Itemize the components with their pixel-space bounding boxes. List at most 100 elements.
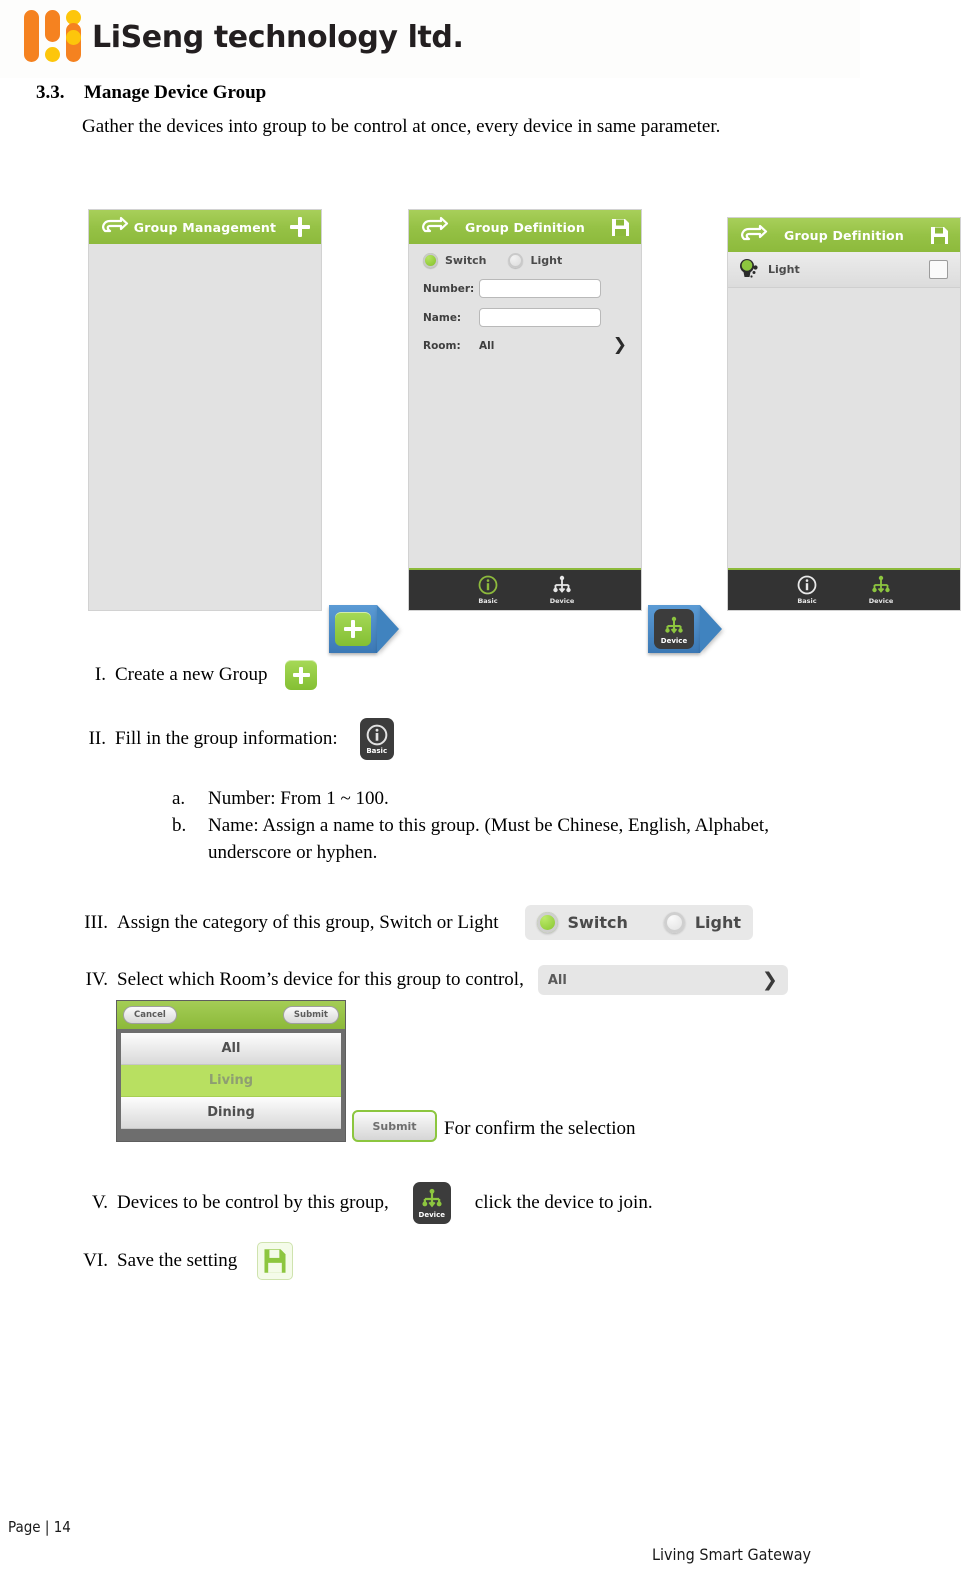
step-v-text-after: click the device to join. <box>474 1192 653 1213</box>
titlebar: Group Definition <box>728 218 960 252</box>
basic-tab-icon: Basic <box>359 718 394 760</box>
tab-device-label: Device <box>549 597 575 605</box>
step-iii: III. Assign the category of this group, … <box>74 905 754 940</box>
field-name-label: Name: <box>423 311 462 324</box>
add-group-callout <box>329 605 399 653</box>
footer-page-number: Page | 14 <box>8 1518 71 1536</box>
submit-button-illustration[interactable]: Submit <box>352 1110 437 1142</box>
field-number: Number: <box>409 274 641 303</box>
device-tab-icon-label: Device <box>418 1210 445 1219</box>
radio-light-label: Light <box>694 913 742 932</box>
switch-light-radio-widget: Switch Light <box>524 905 754 940</box>
submit-button-label: Submit <box>372 1119 417 1133</box>
step-iv-text: Select which Room’s device for this grou… <box>117 969 524 990</box>
name-input[interactable] <box>479 308 601 327</box>
substep-a-marker: a. <box>172 788 186 809</box>
list-item[interactable]: Light <box>728 252 960 288</box>
field-room-value: All <box>479 339 495 352</box>
radio-light[interactable] <box>508 253 524 268</box>
step-i-numeral: I. <box>94 664 106 685</box>
brand-name: LiSeng technology ltd. <box>92 19 464 55</box>
substep-b: b. Name: Assign a name to this group. (Mu… <box>172 812 832 866</box>
section-number: 3.3. <box>36 82 65 103</box>
step-vi-text: Save the setting <box>117 1250 238 1271</box>
field-name: Name: <box>409 303 641 332</box>
device-checkbox[interactable] <box>929 260 948 279</box>
bottom-tabbar: Basic Device <box>728 568 960 610</box>
back-arrow-icon[interactable] <box>738 224 768 246</box>
info-icon <box>478 575 498 595</box>
room-option-dining[interactable]: Dining <box>121 1097 341 1129</box>
step-ii-numeral: II. <box>88 728 106 749</box>
step-v-numeral: V. <box>91 1192 108 1213</box>
back-arrow-icon[interactable] <box>419 216 449 238</box>
footer-product-name: Living Smart Gateway <box>652 1545 812 1564</box>
cancel-button[interactable]: Cancel <box>123 1006 177 1024</box>
field-number-label: Number: <box>423 282 475 295</box>
screenshot-group-management: Group Management <box>89 210 321 610</box>
device-list: Light <box>728 252 960 568</box>
device-tab-icon-label: Device <box>660 636 688 645</box>
substep-a: a. Number: From 1 ~ 100. <box>172 785 872 812</box>
plus-icon[interactable] <box>288 216 312 238</box>
device-tree-icon <box>422 1188 442 1207</box>
radio-light-label: Light <box>530 254 563 267</box>
step-vi: VI. Save the setting <box>74 1242 294 1280</box>
step-iii-text: Assign the category of this group, Switc… <box>117 911 499 933</box>
bottom-tabbar: Basic Device <box>409 568 641 610</box>
room-option-all[interactable]: All <box>121 1033 341 1065</box>
save-icon[interactable] <box>927 224 951 246</box>
radio-switch[interactable] <box>423 253 438 268</box>
list-item-label: Light <box>768 263 800 276</box>
screen-title: Group Management <box>133 219 277 235</box>
category-radio-group: Switch Light <box>409 244 641 274</box>
step-ii: II. Fill in the group information: Basic <box>78 718 394 760</box>
tab-device-label: Device <box>868 597 894 605</box>
submit-button[interactable]: Submit <box>282 1006 339 1024</box>
tab-device[interactable]: Device <box>859 575 903 605</box>
light-bulb-icon <box>740 258 758 278</box>
field-room-label: Room: <box>423 339 461 352</box>
chevron-right-icon: ❯ <box>612 335 627 355</box>
titlebar: Group Management <box>89 210 321 244</box>
tab-basic[interactable]: Basic <box>785 575 829 605</box>
titlebar: Group Definition <box>409 210 641 244</box>
tab-basic-label: Basic <box>797 597 817 605</box>
step-iv-numeral: IV. <box>85 969 108 990</box>
room-picker-dialog: Cancel Submit All Living Dining <box>116 1000 346 1142</box>
step-v-text-before: Devices to be control by this group, <box>117 1192 389 1213</box>
liseng-logo-mark <box>24 6 82 68</box>
field-room[interactable]: Room: All ❯ <box>409 332 641 359</box>
plus-button-icon <box>335 612 371 646</box>
tab-device[interactable]: Device <box>540 575 584 605</box>
room-chooser-widget[interactable]: All ❯ <box>537 965 788 995</box>
radio-switch[interactable] <box>536 912 558 933</box>
screen-title: Group Definition <box>465 219 585 235</box>
group-definition-form: Switch Light Number: Name: Room: All ❯ <box>409 244 641 568</box>
radio-switch-label: Switch <box>567 913 628 932</box>
step-i-text: Create a new Group <box>115 664 268 685</box>
substep-b-marker: b. <box>172 815 187 836</box>
device-tree-icon <box>665 616 683 634</box>
step-v: V. Devices to be control by this group, … <box>74 1182 653 1224</box>
tab-basic-label: Basic <box>478 597 498 605</box>
number-input[interactable] <box>479 279 601 298</box>
room-picker-list: All Living Dining <box>117 1029 345 1133</box>
radio-light[interactable] <box>663 912 685 933</box>
save-icon <box>257 1242 294 1280</box>
step-vi-numeral: VI. <box>83 1250 108 1271</box>
brand-logo: LiSeng technology ltd. <box>24 6 464 68</box>
screenshot-row: Group Management Group Definition Switch… <box>0 205 964 653</box>
radio-switch-label: Switch <box>445 254 487 267</box>
device-tree-icon <box>872 575 890 593</box>
tab-basic[interactable]: Basic <box>466 575 510 605</box>
screenshot-group-definition-basic: Group Definition Switch Light Number: Na… <box>409 210 641 610</box>
room-option-living[interactable]: Living <box>121 1065 341 1097</box>
device-tree-icon <box>553 575 571 593</box>
save-icon[interactable] <box>608 216 632 238</box>
page-title: Manage Device Group <box>84 82 267 103</box>
chevron-right-icon: ❯ <box>761 968 778 991</box>
back-arrow-icon[interactable] <box>99 216 129 238</box>
plus-button-icon <box>285 660 318 690</box>
screen-title: Group Definition <box>784 227 904 243</box>
